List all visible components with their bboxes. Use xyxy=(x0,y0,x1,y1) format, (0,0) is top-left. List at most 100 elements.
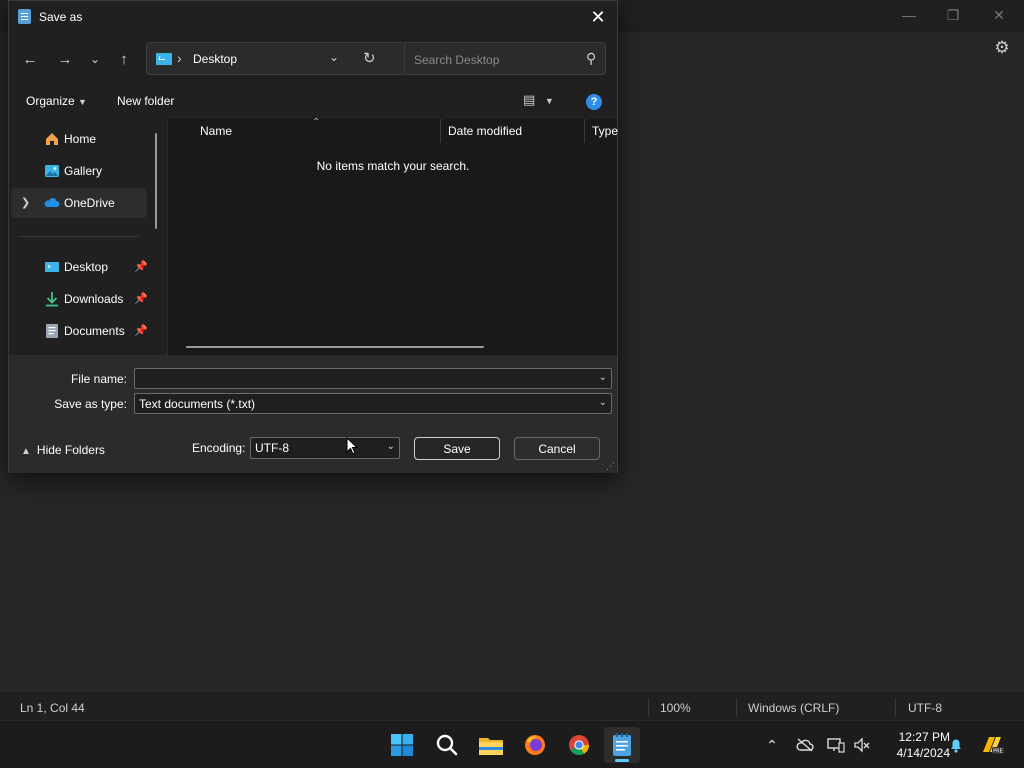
column-header-type[interactable]: Type xyxy=(592,124,618,138)
nav-scrollbar[interactable] xyxy=(155,133,157,229)
hide-folders-label: Hide Folders xyxy=(36,443,105,457)
copilot-pre-icon[interactable]: PRE xyxy=(980,735,1004,755)
chevron-down-icon: ▼ xyxy=(544,96,554,106)
column-header-name[interactable]: Name xyxy=(200,124,232,138)
file-name-field[interactable]: ⌄ xyxy=(134,368,612,389)
sidebar-item-label: Desktop xyxy=(64,260,109,274)
dialog-titlebar: Save as ✕ xyxy=(9,1,617,33)
sidebar-item-label: Downloads xyxy=(64,292,124,306)
volume-muted-icon[interactable] xyxy=(852,735,872,755)
encoding-label: Encoding: xyxy=(192,441,246,455)
sidebar-item-downloads[interactable]: Downloads 📌 xyxy=(11,284,148,314)
close-window-button[interactable]: ✕ xyxy=(976,0,1022,30)
sidebar-item-gallery[interactable]: Gallery xyxy=(11,156,147,186)
pin-icon[interactable]: 📌 xyxy=(134,292,148,305)
chrome-icon xyxy=(569,735,590,756)
restore-button[interactable]: ❐ xyxy=(930,0,976,30)
close-icon[interactable]: ✕ xyxy=(583,3,613,31)
zoom-level[interactable]: 100% xyxy=(660,701,691,715)
new-folder-button[interactable]: New folder xyxy=(117,94,174,108)
start-button[interactable] xyxy=(384,727,420,763)
pin-icon[interactable]: 📌 xyxy=(134,324,148,337)
organize-label: Organize xyxy=(26,94,75,108)
chevron-down-icon: ⌄ xyxy=(386,441,395,452)
file-encoding[interactable]: UTF-8 xyxy=(908,701,942,715)
sidebar-item-documents[interactable]: Documents 📌 xyxy=(11,316,148,346)
nav-divider xyxy=(19,236,139,237)
onedrive-icon xyxy=(44,198,60,207)
search-icon xyxy=(436,734,458,756)
save-as-type-select[interactable]: Text documents (*.txt) ⌄ xyxy=(134,393,612,414)
help-icon[interactable]: ? xyxy=(586,94,602,110)
desktop-icon xyxy=(45,262,59,272)
file-explorer-button[interactable] xyxy=(473,727,509,763)
taskbar-search-button[interactable] xyxy=(429,727,465,763)
resize-grip-icon[interactable]: ⋰ xyxy=(606,462,615,471)
save-as-dialog: Save as ✕ ← → ⌄ ↑ › Desktop ⌄ ↻ Search D… xyxy=(8,0,618,473)
address-bar[interactable]: › Desktop ⌄ ↻ xyxy=(146,42,408,75)
empty-message: No items match your search. xyxy=(316,159,470,173)
clock[interactable]: 12:27 PM 4/14/2024 xyxy=(880,729,950,761)
file-list[interactable]: ⌃ Name Date modified Type No items match… xyxy=(167,117,618,355)
sidebar-item-label: Documents xyxy=(64,324,125,338)
home-icon xyxy=(46,133,58,145)
view-options-button[interactable]: ▤ ▼ xyxy=(523,92,559,112)
refresh-icon[interactable]: ↻ xyxy=(363,49,376,67)
network-icon[interactable] xyxy=(826,735,846,755)
recent-locations-chevron-icon[interactable]: ⌄ xyxy=(82,47,108,71)
navigation-bar: ← → ⌄ ↑ › Desktop ⌄ ↻ Search Desktop ⚲ xyxy=(9,39,617,79)
horizontal-scrollbar[interactable] xyxy=(186,346,484,348)
column-header-date-modified[interactable]: Date modified xyxy=(448,124,522,138)
firefox-icon xyxy=(525,735,545,755)
sidebar-item-label: OneDrive xyxy=(64,196,115,210)
chevron-right-icon[interactable]: ❯ xyxy=(21,196,30,209)
notifications-bell-icon[interactable] xyxy=(946,735,966,755)
chevron-up-icon[interactable]: ⌃ xyxy=(762,735,782,755)
sidebar-item-onedrive[interactable]: ❯ OneDrive xyxy=(11,188,147,218)
chrome-button[interactable] xyxy=(561,727,597,763)
breadcrumb-chevron-icon[interactable]: › xyxy=(177,50,182,66)
search-box[interactable]: Search Desktop ⚲ xyxy=(404,42,606,75)
minimize-button[interactable]: — xyxy=(886,0,932,30)
save-button[interactable]: Save xyxy=(414,437,500,460)
command-bar: Organize ▼ New folder ▤ ▼ ? xyxy=(9,87,617,117)
sidebar-item-home[interactable]: Home xyxy=(11,124,147,154)
notepad-button[interactable] xyxy=(604,727,640,763)
onedrive-offline-icon[interactable] xyxy=(795,735,815,755)
chevron-down-icon[interactable]: ⌄ xyxy=(329,50,339,64)
save-as-type-label: Save as type: xyxy=(54,397,127,411)
breadcrumb[interactable]: Desktop xyxy=(193,52,237,66)
encoding-select[interactable]: UTF-8 ⌄ xyxy=(250,437,400,459)
taskbar: ⌃ 12:27 PM 4/14/2024 PRE xyxy=(0,720,1024,768)
mouse-cursor-icon xyxy=(346,437,358,455)
chevron-down-icon[interactable]: ⌄ xyxy=(599,372,607,383)
column-divider[interactable] xyxy=(584,119,585,143)
pin-icon[interactable]: 📌 xyxy=(134,260,148,273)
cursor-position: Ln 1, Col 44 xyxy=(20,701,85,715)
encoding-value: UTF-8 xyxy=(255,441,289,455)
desktop-folder-icon xyxy=(156,53,172,65)
svg-text:PRE: PRE xyxy=(993,749,1003,755)
up-arrow-icon[interactable]: ↑ xyxy=(111,47,137,71)
column-divider[interactable] xyxy=(440,119,441,143)
save-as-type-value: Text documents (*.txt) xyxy=(139,397,256,411)
organize-button[interactable]: Organize ▼ xyxy=(26,94,87,108)
dialog-title: Save as xyxy=(39,10,83,24)
search-input[interactable]: Search Desktop xyxy=(414,53,499,67)
gear-icon[interactable]: ⚙ xyxy=(992,38,1012,58)
sidebar-item-label: Home xyxy=(64,132,97,146)
navigation-pane: Home Gallery ❯ OneDrive Desktop 📌 Downlo… xyxy=(9,119,165,355)
downloads-icon xyxy=(46,292,58,307)
sort-ascending-icon: ⌃ xyxy=(312,117,321,128)
line-ending[interactable]: Windows (CRLF) xyxy=(748,701,839,715)
firefox-button[interactable] xyxy=(517,727,553,763)
cancel-button[interactable]: Cancel xyxy=(514,437,600,460)
search-icon[interactable]: ⚲ xyxy=(586,50,596,67)
notepad-icon xyxy=(613,733,631,756)
hide-folders-button[interactable]: ▲ Hide Folders xyxy=(21,443,105,457)
sidebar-item-desktop[interactable]: Desktop 📌 xyxy=(11,252,148,282)
chevron-down-icon: ⌄ xyxy=(598,397,607,408)
file-explorer-icon xyxy=(479,738,503,755)
forward-arrow-icon[interactable]: → xyxy=(52,47,78,71)
back-arrow-icon[interactable]: ← xyxy=(17,47,43,71)
